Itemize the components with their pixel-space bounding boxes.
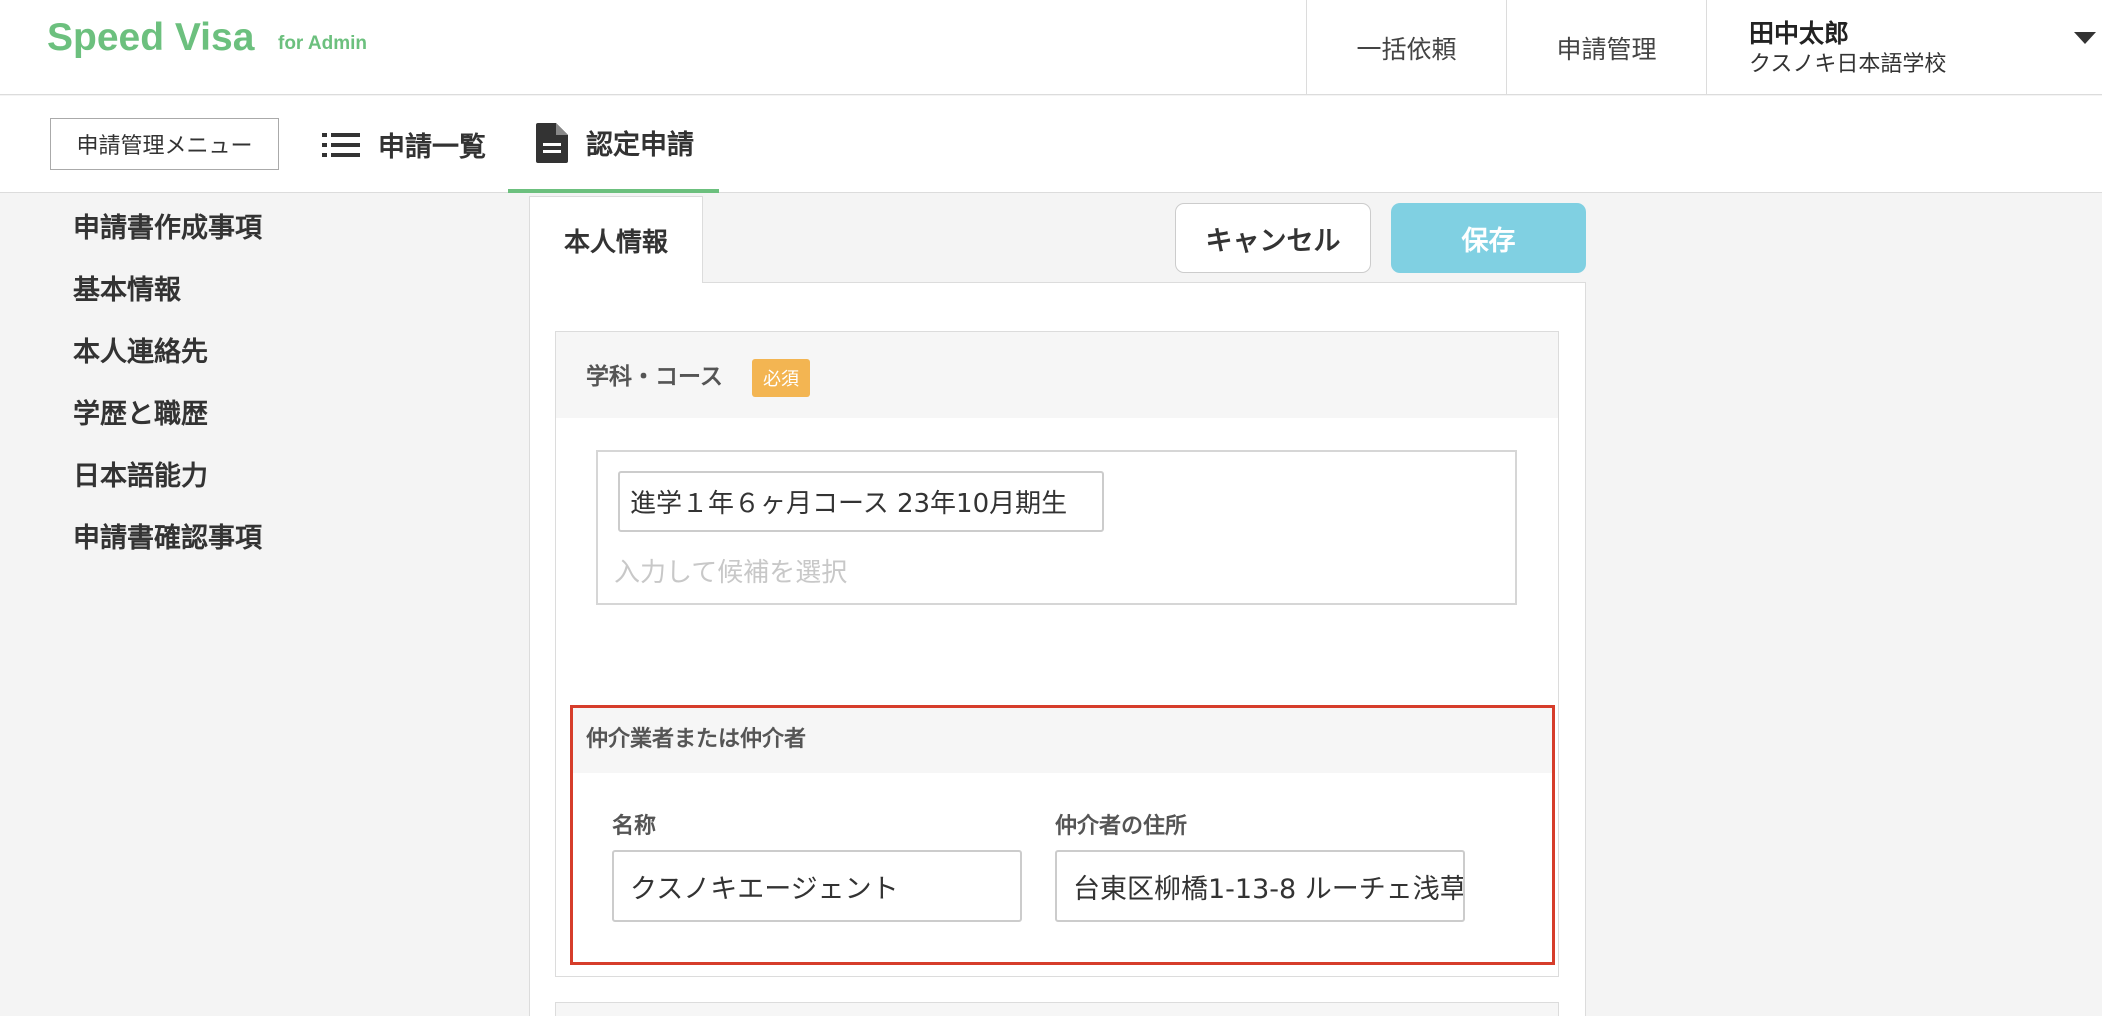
application-menu-button[interactable]: 申請管理メニュー <box>50 118 279 170</box>
course-placeholder: 入力して候補を選択 <box>614 558 848 588</box>
nav-bulk-request[interactable]: 一括依頼 <box>1306 0 1506 95</box>
top-header: Speed Visa for Admin 一括依頼 申請管理 田中太郎 クスノキ… <box>0 0 2102 95</box>
save-button[interactable]: 保存 <box>1391 203 1586 273</box>
cancel-button[interactable]: キャンセル <box>1175 203 1371 273</box>
user-name: 田中太郎 <box>1749 19 1850 48</box>
tab-personal-info[interactable]: 本人情報 <box>529 196 703 283</box>
user-menu[interactable]: 田中太郎 クスノキ日本語学校 <box>1706 0 2102 95</box>
required-badge: 必須 <box>752 359 810 397</box>
sidebar-item-contact[interactable]: 本人連絡先 <box>73 330 208 369</box>
agent-address-field[interactable]: 台東区柳橋1-13-8 ルーチェ浅草 <box>1055 850 1465 922</box>
sidebar-item-education-career[interactable]: 学歴と職歴 <box>73 392 208 431</box>
course-label: 学科・コース <box>586 364 723 390</box>
nav-application-management[interactable]: 申請管理 <box>1506 0 1706 95</box>
next-card <box>555 1002 1559 1016</box>
agent-name-label: 名称 <box>612 814 657 839</box>
sidebar-item-application-items[interactable]: 申請書作成事項 <box>73 206 262 245</box>
sidebar-item-confirmation[interactable]: 申請書確認事項 <box>73 516 262 555</box>
user-school: クスノキ日本語学校 <box>1749 52 1947 77</box>
tab-application-list[interactable]: 申請一覧 <box>322 96 486 193</box>
tab-label: 申請一覧 <box>378 132 486 163</box>
brand-logo[interactable]: Speed Visa <box>47 16 254 60</box>
brand-sub: for Admin <box>278 33 368 54</box>
document-icon <box>536 122 568 163</box>
chevron-down-icon[interactable] <box>2074 32 2096 44</box>
list-icon <box>322 132 360 158</box>
selected-course-chip[interactable]: 進学１年６ヶ月コース 23年10月期生 <box>618 471 1104 532</box>
tab-label: 認定申請 <box>586 130 694 161</box>
sidebar-item-basic-info[interactable]: 基本情報 <box>73 268 181 307</box>
sidebar-item-japanese-ability[interactable]: 日本語能力 <box>73 454 208 493</box>
sub-navigation: 申請管理メニュー 申請一覧 認定申請 <box>0 96 2102 193</box>
agent-address-label: 仲介者の住所 <box>1055 814 1188 839</box>
agent-section-title: 仲介業者または仲介者 <box>586 727 807 752</box>
agent-name-field[interactable]: クスノキエージェント <box>612 850 1022 922</box>
tab-certification-application[interactable]: 認定申請 <box>508 96 719 193</box>
